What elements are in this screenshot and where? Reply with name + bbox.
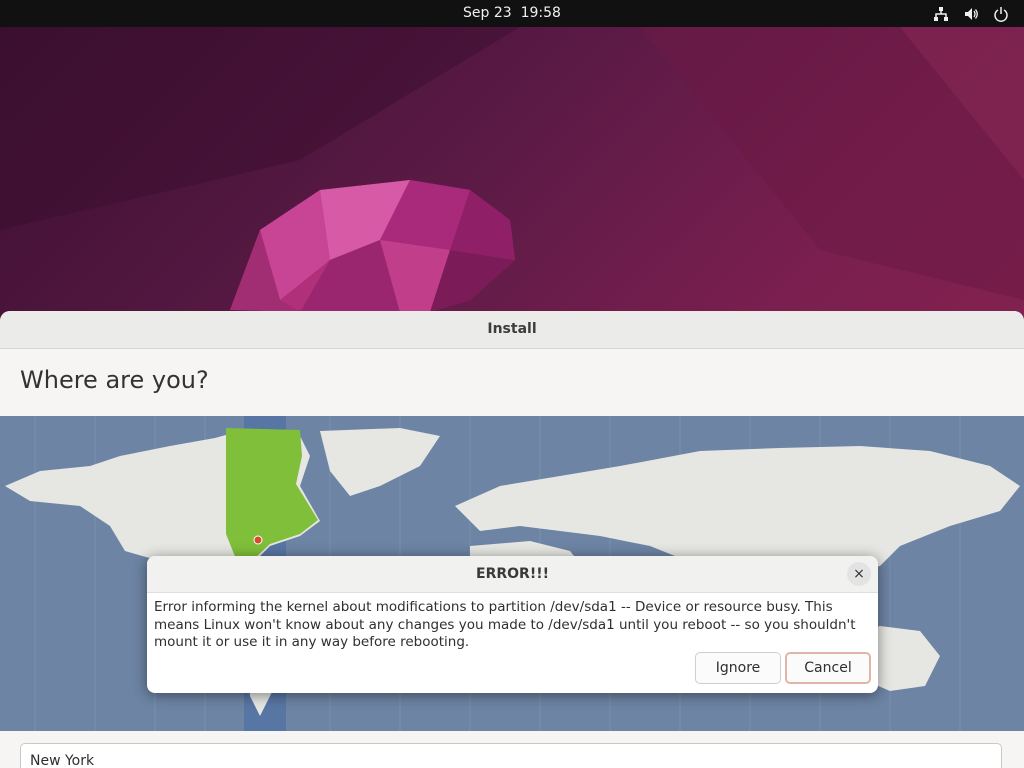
clock-date: Sep 23	[463, 5, 512, 21]
installer-title: Install	[0, 311, 1024, 349]
cancel-button[interactable]: Cancel	[785, 652, 871, 684]
power-icon[interactable]	[992, 5, 1010, 23]
clock[interactable]: Sep 23 19:58	[0, 0, 1024, 27]
volume-icon[interactable]	[962, 5, 980, 23]
timezone-input[interactable]: New York	[20, 743, 1002, 768]
close-icon[interactable]: ×	[847, 562, 871, 586]
installer-window: Install Where are you? New York	[0, 311, 1024, 768]
error-message: Error informing the kernel about modific…	[154, 599, 856, 650]
top-bar: Sep 23 19:58	[0, 0, 1024, 27]
clock-time: 19:58	[520, 5, 561, 21]
page-title: Where are you?	[20, 366, 209, 394]
network-icon[interactable]	[932, 5, 950, 23]
error-dialog-title: ERROR!!!	[147, 556, 878, 593]
system-tray[interactable]	[932, 0, 1010, 27]
error-dialog: ERROR!!! × Error informing the kernel ab…	[147, 556, 878, 693]
ignore-button[interactable]: Ignore	[695, 652, 781, 684]
selected-city-marker	[253, 535, 263, 545]
